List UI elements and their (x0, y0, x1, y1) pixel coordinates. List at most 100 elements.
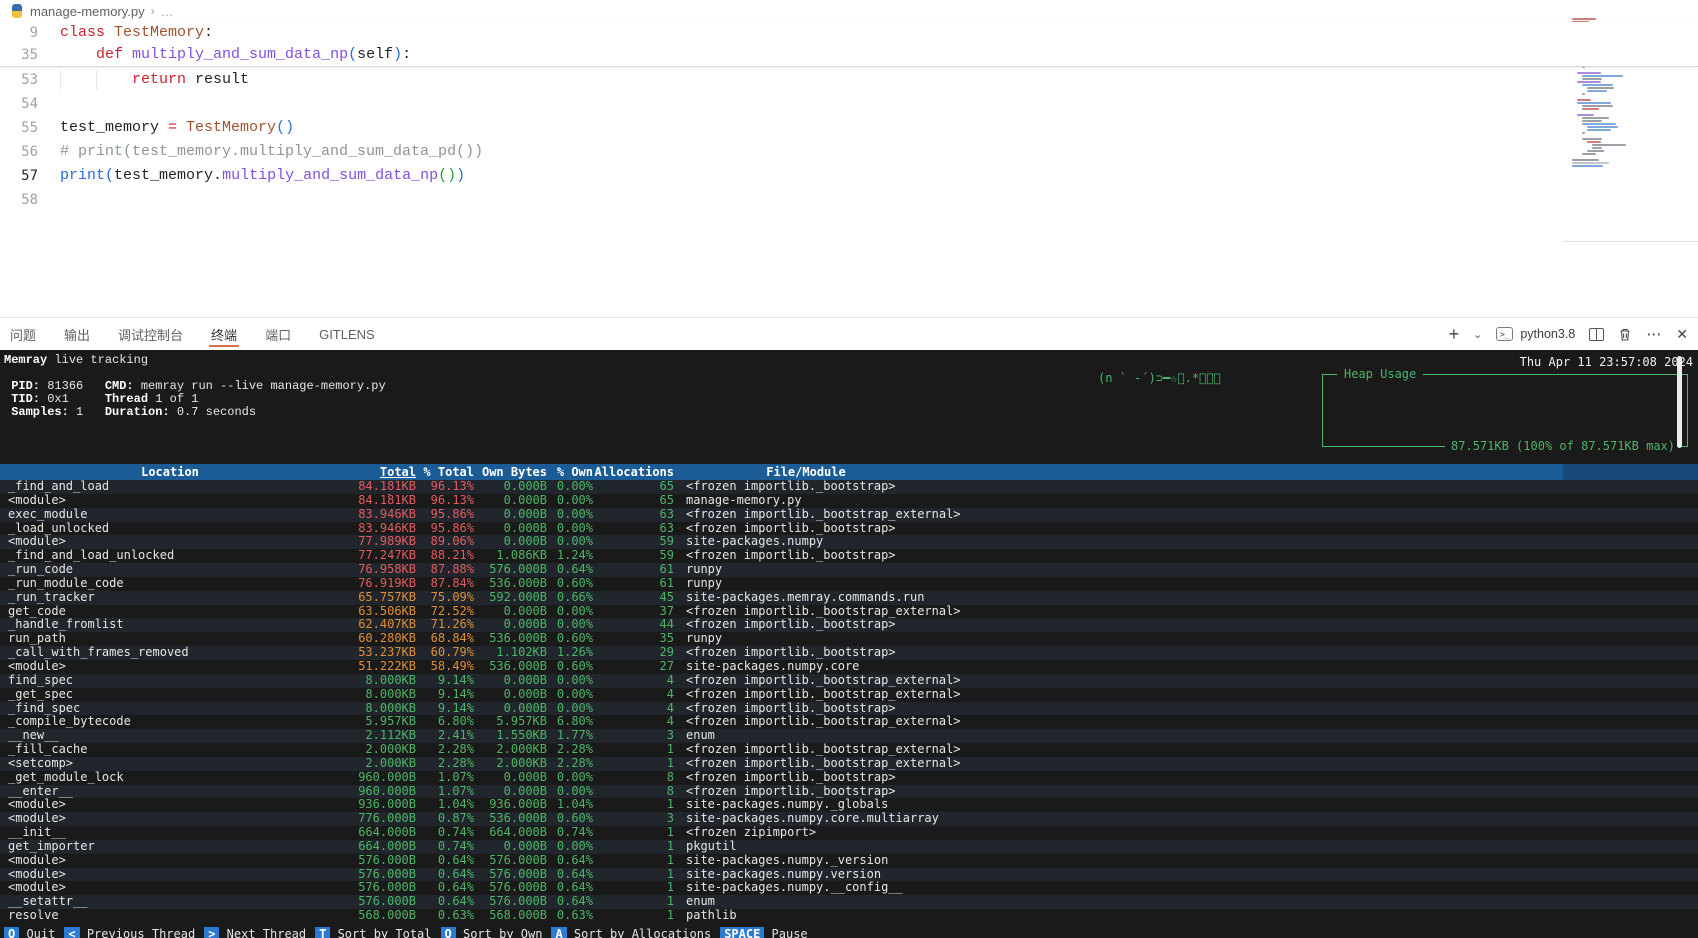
new-terminal-button[interactable]: + (1449, 325, 1460, 343)
more-actions-icon[interactable]: ⋯ (1646, 325, 1662, 343)
hotkey-sort-by-total[interactable]: T Sort by Total (315, 928, 431, 938)
heap-usage-plot: Heap Usage 87.571KB (100% of 87.571KB ma… (1322, 374, 1688, 447)
panel-tab-GITLENS[interactable]: GITLENS (317, 318, 377, 350)
table-row: <module>576.000B0.64%576.000B0.64%1site-… (0, 881, 1698, 895)
table-row: _handle_fromlist62.407KB71.26%0.000B0.00… (0, 618, 1698, 632)
code-line[interactable]: 54 (0, 92, 1698, 116)
panel-actions: + ⌄ >_ python3.8 ⋯ ✕ (1449, 318, 1688, 350)
kaomoji: (n ` -´)⊃━☆゚.*・。゚ (1098, 371, 1221, 385)
heap-usage-caption: 87.571KB (100% of 87.571KB max) (1445, 439, 1681, 453)
line-number: 54 (0, 92, 38, 116)
code-line[interactable]: 57 print(test_memory.multiply_and_sum_dat… (0, 164, 1698, 188)
table-row: <module>576.000B0.64%576.000B0.64%1site-… (0, 868, 1698, 882)
terminal[interactable]: Memray live tracking PID: 81366 CMD: mem… (0, 350, 1698, 938)
terminal-instance[interactable]: >_ python3.8 (1496, 327, 1575, 341)
table-row: _get_spec8.000KB9.14%0.000B0.00%4<frozen… (0, 688, 1698, 702)
table-header-tail (1563, 464, 1698, 480)
breadcrumb-file[interactable]: manage-memory.py (30, 4, 145, 19)
table-row: find_spec8.000KB9.14%0.000B0.00%4<frozen… (0, 674, 1698, 688)
code-line[interactable]: 55 test_memory = TestMemory() (0, 116, 1698, 140)
panel-tab-bar: 问题输出调试控制台终端端口 GITLENS (0, 318, 401, 350)
table-row: resolve568.000B0.63%568.000B0.63%1pathli… (0, 909, 1698, 923)
panel-tab-端口[interactable]: 端口 (263, 318, 293, 350)
table-row: __new__2.112KB2.41%1.550KB1.77%3enum (0, 729, 1698, 743)
panel-tab-调试控制台[interactable]: 调试控制台 (116, 318, 185, 350)
split-terminal-icon[interactable] (1589, 328, 1604, 341)
code-line[interactable]: 56 # print(test_memory.multiply_and_sum_d… (0, 140, 1698, 164)
code-text: test_memory = TestMemory() (60, 116, 294, 140)
table-row: <module>576.000B0.64%576.000B0.64%1site-… (0, 854, 1698, 868)
breadcrumb-symbol[interactable]: … (161, 4, 174, 19)
panel-header: 问题输出调试控制台终端端口 GITLENS + ⌄ >_ python3.8 ⋯ … (0, 317, 1698, 350)
table-row: _run_code76.958KB87.88%576.000B0.64%61ru… (0, 563, 1698, 577)
table-row: get_code63.506KB72.52%0.000B0.00%37<froz… (0, 605, 1698, 619)
code-line[interactable]: 58 (0, 188, 1698, 212)
hotkey-pause[interactable]: SPACE Pause (720, 928, 807, 938)
vscode-window: manage-memory.py › … 9class TestMemory:3… (0, 0, 1698, 938)
terminal-dropdown-icon[interactable]: ⌄ (1473, 328, 1482, 341)
hotkey-next-thread[interactable]: > Next Thread (204, 928, 306, 938)
code-line[interactable]: 53 return result (0, 68, 1698, 92)
table-row: _get_module_lock960.000B1.07%0.000B0.00%… (0, 771, 1698, 785)
table-row: __enter__960.000B1.07%0.000B0.00%8<froze… (0, 785, 1698, 799)
code-line[interactable]: 9 class TestMemory: (0, 22, 1698, 44)
line-number: 55 (0, 116, 38, 140)
table-row: exec_module83.946KB95.86%0.000B0.00%63<f… (0, 508, 1698, 522)
table-row: _compile_bytecode5.957KB6.80%5.957KB6.80… (0, 715, 1698, 729)
terminal-scrollbar[interactable] (1677, 356, 1682, 448)
table-row: get_importer664.000B0.74%0.000B0.00%1pkg… (0, 840, 1698, 854)
memray-info-line: Samples: 1 Duration: 0.7 seconds (4, 406, 256, 419)
table-row: _run_tracker65.757KB75.09%592.000B0.66%4… (0, 591, 1698, 605)
table-row: _load_unlocked83.946KB95.86%0.000B0.00%6… (0, 522, 1698, 536)
code-line[interactable]: 35 def multiply_and_sum_data_np(self): (0, 44, 1698, 66)
panel-tab-问题[interactable]: 问题 (8, 318, 38, 350)
code-text: def multiply_and_sum_data_np(self): (60, 44, 411, 66)
table-row: _find_and_load84.181KB96.13%0.000B0.00%6… (0, 480, 1698, 494)
code-text: return result (60, 68, 249, 92)
table-row: _fill_cache2.000KB2.28%2.000KB2.28%1<fro… (0, 743, 1698, 757)
chevron-right-icon: › (151, 4, 155, 18)
hotkey-quit[interactable]: Q Quit (4, 928, 55, 938)
memray-title: Memray live tracking (4, 354, 148, 367)
editor-divider (1563, 241, 1698, 242)
code-area[interactable]: 53 return result5455 test_memory = TestMe… (0, 68, 1698, 212)
memray-footer: Q Quit < Previous Thread > Next Thread T So… (4, 927, 1698, 938)
panel-tab-终端[interactable]: 终端 (209, 318, 239, 350)
hotkey-previous-thread[interactable]: < Previous Thread (64, 928, 195, 938)
table-row: __setattr__576.000B0.64%576.000B0.64%1en… (0, 895, 1698, 909)
line-number: 35 (0, 44, 38, 66)
table-row: <module>936.000B1.04%936.000B1.04%1site-… (0, 798, 1698, 812)
terminal-datetime: Thu Apr 11 23:57:08 2024 (1520, 355, 1693, 369)
sticky-scroll: 9class TestMemory:35 def multiply_and_su… (0, 22, 1698, 67)
code-text: # print(test_memory.multiply_and_sum_dat… (60, 140, 483, 164)
heap-usage-title: Heap Usage (1337, 367, 1423, 381)
code-text: class TestMemory: (60, 22, 213, 44)
table-row: <setcomp>2.000KB2.28%2.000KB2.28%1<froze… (0, 757, 1698, 771)
allocation-table: _find_and_load84.181KB96.13%0.000B0.00%6… (0, 480, 1698, 923)
table-row: _find_spec8.000KB9.14%0.000B0.00%4<froze… (0, 702, 1698, 716)
line-number: 57 (0, 164, 38, 188)
panel-tab-输出[interactable]: 输出 (62, 318, 92, 350)
table-row: _run_module_code76.919KB87.84%536.000B0.… (0, 577, 1698, 591)
table-row: run_path60.280KB68.84%536.000B0.60%35run… (0, 632, 1698, 646)
line-number: 9 (0, 22, 38, 44)
table-row: _find_and_load_unlocked77.247KB88.21%1.0… (0, 549, 1698, 563)
table-row: __init__664.000B0.74%664.000B0.74%1<froz… (0, 826, 1698, 840)
close-panel-icon[interactable]: ✕ (1676, 326, 1688, 343)
terminal-shell-label: python3.8 (1520, 327, 1575, 341)
line-number: 56 (0, 140, 38, 164)
table-row: <module>51.222KB58.49%536.000B0.60%27sit… (0, 660, 1698, 674)
allocation-table-header: LocationTotal Bytes% TotalOwn Bytes% Own… (0, 464, 1698, 480)
code-text: print(test_memory.multiply_and_sum_data_… (60, 164, 465, 188)
terminal-icon: >_ (1496, 327, 1513, 341)
line-number: 58 (0, 188, 38, 212)
hotkey-sort-by-allocations[interactable]: A Sort by Allocations (551, 928, 711, 938)
hotkey-sort-by-own[interactable]: O Sort by Own (441, 928, 543, 938)
kill-terminal-icon[interactable] (1618, 327, 1632, 342)
table-row: _call_with_frames_removed53.237KB60.79%1… (0, 646, 1698, 660)
breadcrumb[interactable]: manage-memory.py › … (0, 0, 174, 22)
table-row: <module>84.181KB96.13%0.000B0.00%65manag… (0, 494, 1698, 508)
editor-pane[interactable]: manage-memory.py › … 9class TestMemory:3… (0, 0, 1698, 317)
table-row: <module>776.000B0.87%536.000B0.60%3site-… (0, 812, 1698, 826)
python-file-icon (10, 4, 24, 18)
